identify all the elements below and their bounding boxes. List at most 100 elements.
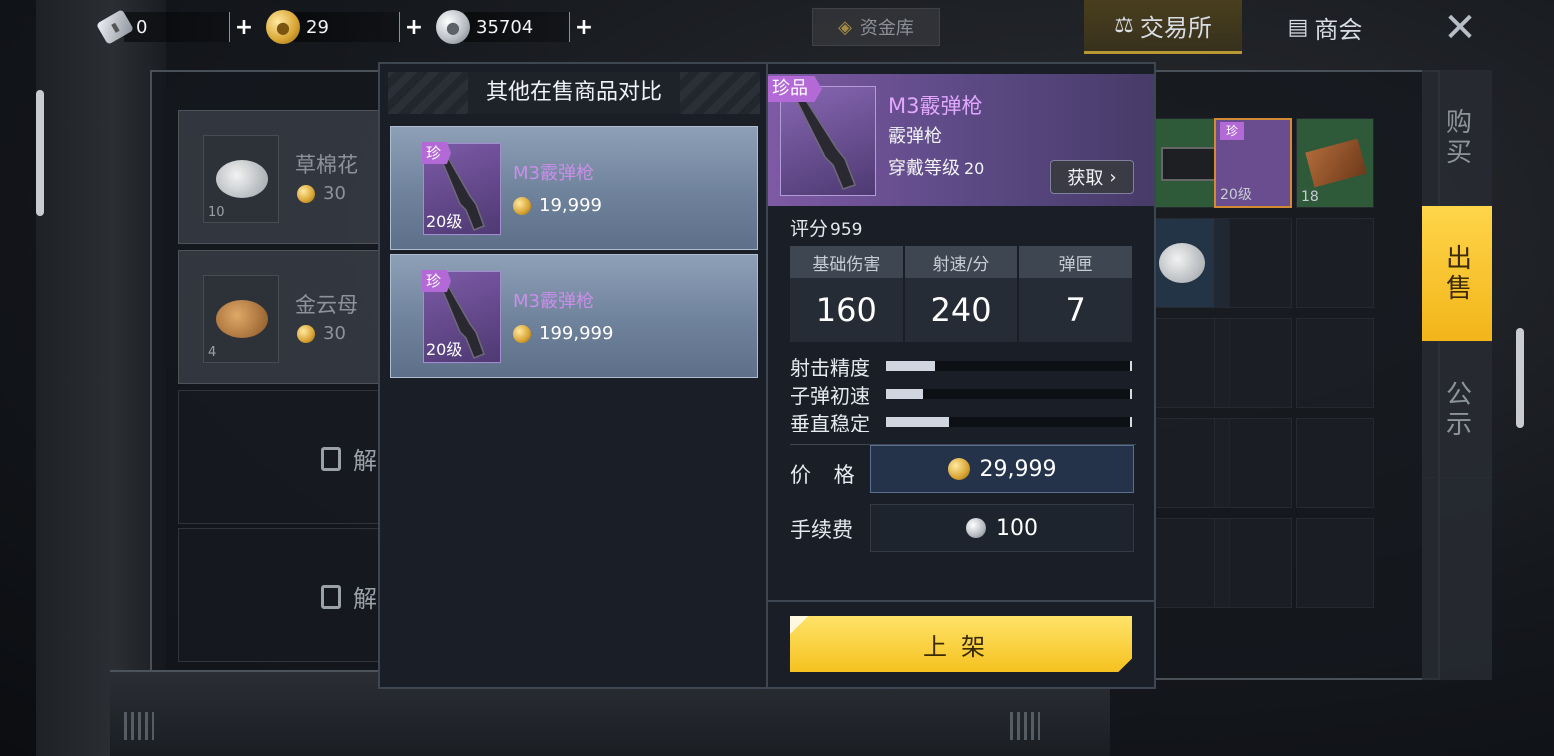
attribute-fill bbox=[886, 417, 950, 427]
inventory-cell[interactable] bbox=[1296, 218, 1374, 308]
obtain-button[interactable]: 获取 › bbox=[1050, 160, 1134, 194]
vault-button[interactable]: ◈ 资金库 bbox=[812, 8, 940, 46]
attribute-track bbox=[886, 417, 1132, 427]
stat-damage: 基础伤害 160 bbox=[790, 246, 903, 342]
add-ticket-button[interactable]: + bbox=[230, 12, 258, 42]
unlock-label: 解 bbox=[321, 441, 377, 476]
fee-row: 手续费 100 bbox=[790, 504, 1136, 552]
tab-exchange-label: 交易所 bbox=[1139, 14, 1212, 42]
item-price: 30 bbox=[297, 183, 346, 204]
add-silver-button[interactable]: + bbox=[570, 12, 598, 42]
close-icon[interactable]: ✕ bbox=[1438, 5, 1482, 51]
inventory-cell[interactable] bbox=[1296, 318, 1374, 408]
gold-coin-icon bbox=[513, 196, 531, 215]
list-for-sale-button[interactable]: 上架 bbox=[790, 616, 1132, 672]
item-price: 19,999 bbox=[513, 195, 602, 216]
currency-gold: ● 29 + bbox=[266, 10, 428, 44]
currency-ticket: ▮ 0 + bbox=[96, 9, 258, 45]
stat-value: 240 bbox=[930, 291, 992, 329]
item-hero: 珍品 M3霰弹枪 霰弹枪 穿戴等级 20 获取 › bbox=[768, 74, 1154, 206]
attribute-label: 子弹初速 bbox=[790, 383, 870, 408]
price-label: 价 格 bbox=[790, 462, 863, 487]
stat-value: 160 bbox=[815, 291, 877, 329]
vault-label: 资金库 bbox=[859, 18, 914, 39]
currency-bar: ▮ 0 + ● 29 + ● 35704 + bbox=[96, 8, 606, 46]
item-count: 18 bbox=[1301, 189, 1319, 205]
comparison-panel: 其他在售商品对比 珍 20级 M3霰弹枪 19,999 珍 20级 M3霰弹枪 … bbox=[378, 62, 768, 689]
item-level: 20级 bbox=[426, 212, 463, 231]
inventory-cell[interactable] bbox=[1296, 518, 1374, 608]
vent-icon bbox=[1010, 712, 1040, 740]
comparison-title: 其他在售商品对比 bbox=[467, 72, 680, 114]
rare-badge: 珍品 bbox=[768, 76, 822, 102]
item-count: 10 bbox=[208, 205, 225, 220]
silver-coin-icon: ● bbox=[436, 10, 470, 44]
background-wall bbox=[36, 0, 166, 756]
item-name: 金云母 bbox=[295, 293, 358, 317]
stat-table: 基础伤害 160 射速/分 240 弹匣 7 bbox=[790, 246, 1133, 342]
locked-slot[interactable]: 解 bbox=[178, 528, 388, 662]
tab-announce[interactable]: 公示 bbox=[1422, 342, 1492, 478]
attribute-fill bbox=[886, 389, 923, 399]
box-icon bbox=[1161, 147, 1217, 181]
fee-label: 手续费 bbox=[790, 518, 853, 542]
sell-slot-item[interactable]: 10 草棉花 30 bbox=[178, 110, 388, 244]
inventory-cell[interactable]: 18 bbox=[1296, 118, 1374, 208]
rare-badge: 珍 bbox=[422, 142, 452, 164]
attribute-accuracy: 射击精度 bbox=[790, 352, 1140, 380]
inventory-cell[interactable]: 珍 20级 bbox=[1214, 118, 1292, 208]
attribute-stability: 垂直稳定 bbox=[790, 408, 1140, 432]
attribute-label: 射击精度 bbox=[790, 355, 870, 380]
sell-slot-item[interactable]: 4 金云母 30 bbox=[178, 250, 388, 384]
tab-buy[interactable]: 购买 bbox=[1422, 70, 1492, 206]
item-thumbnail bbox=[780, 86, 876, 196]
item-price: 30 bbox=[297, 323, 346, 344]
price-input[interactable]: 29,999 bbox=[870, 445, 1134, 493]
attribute-label: 垂直稳定 bbox=[790, 411, 870, 433]
item-name: 草棉花 bbox=[295, 153, 358, 177]
scrollbar-left[interactable] bbox=[36, 90, 44, 216]
inventory-cell[interactable] bbox=[1214, 218, 1292, 308]
cotton-icon bbox=[216, 160, 268, 198]
comparison-item[interactable]: 珍 20级 M3霰弹枪 19,999 bbox=[390, 126, 758, 250]
comparison-header: 其他在售商品对比 bbox=[388, 72, 760, 114]
inventory-cell[interactable] bbox=[1296, 418, 1374, 508]
currency-value: 29 bbox=[294, 12, 400, 42]
rare-badge: 珍 bbox=[422, 270, 452, 292]
locked-slot[interactable]: 解 bbox=[178, 390, 388, 524]
item-count: 4 bbox=[208, 345, 217, 360]
silver-coin-icon bbox=[966, 518, 986, 538]
shop-icon: ▤ bbox=[1287, 14, 1309, 40]
item-detail-panel: 珍品 M3霰弹枪 霰弹枪 穿戴等级 20 获取 › 评分 959 基础伤害 160 射… bbox=[766, 62, 1156, 689]
comparison-item[interactable]: 珍 20级 M3霰弹枪 199,999 bbox=[390, 254, 758, 378]
attribute-velocity: 子弹初速 bbox=[790, 380, 1140, 408]
unlock-label: 解 bbox=[321, 579, 377, 614]
add-gold-button[interactable]: + bbox=[400, 12, 428, 42]
gold-coin-icon bbox=[297, 184, 315, 203]
stat-label: 弹匣 bbox=[1019, 246, 1133, 278]
tab-guild-label: 商会 bbox=[1314, 15, 1363, 44]
inventory-cell[interactable] bbox=[1214, 318, 1292, 408]
inventory-cell[interactable] bbox=[1214, 418, 1292, 508]
scrollbar-right[interactable] bbox=[1516, 328, 1524, 428]
item-thumbnail: 珍 20级 bbox=[422, 270, 501, 363]
equip-level: 穿戴等级 20 bbox=[888, 158, 985, 179]
item-name: M3霰弹枪 bbox=[888, 94, 983, 118]
item-thumbnail: 4 bbox=[203, 275, 279, 363]
inventory-cell[interactable] bbox=[1214, 518, 1292, 608]
tab-sell[interactable]: 出售 bbox=[1422, 206, 1492, 342]
cotton-icon bbox=[1159, 243, 1205, 283]
tab-exchange[interactable]: ⚖ 交易所 bbox=[1084, 0, 1242, 54]
attribute-track bbox=[886, 389, 1132, 399]
item-type: 霰弹枪 bbox=[888, 126, 942, 147]
vault-icon: ◈ bbox=[838, 16, 852, 38]
stat-firerate: 射速/分 240 bbox=[904, 246, 1018, 342]
attribute-track bbox=[886, 361, 1132, 371]
fee-value: 100 bbox=[870, 504, 1134, 552]
item-name: M3霰弹枪 bbox=[513, 291, 594, 312]
tab-guild[interactable]: ▤ 商会 bbox=[1250, 0, 1400, 54]
rare-badge: 珍 bbox=[1220, 122, 1245, 140]
attribute-bars[interactable]: 射击精度 子弹初速 垂直稳定 bbox=[790, 352, 1140, 432]
lock-icon bbox=[321, 446, 341, 471]
item-score: 评分 959 bbox=[790, 218, 863, 240]
